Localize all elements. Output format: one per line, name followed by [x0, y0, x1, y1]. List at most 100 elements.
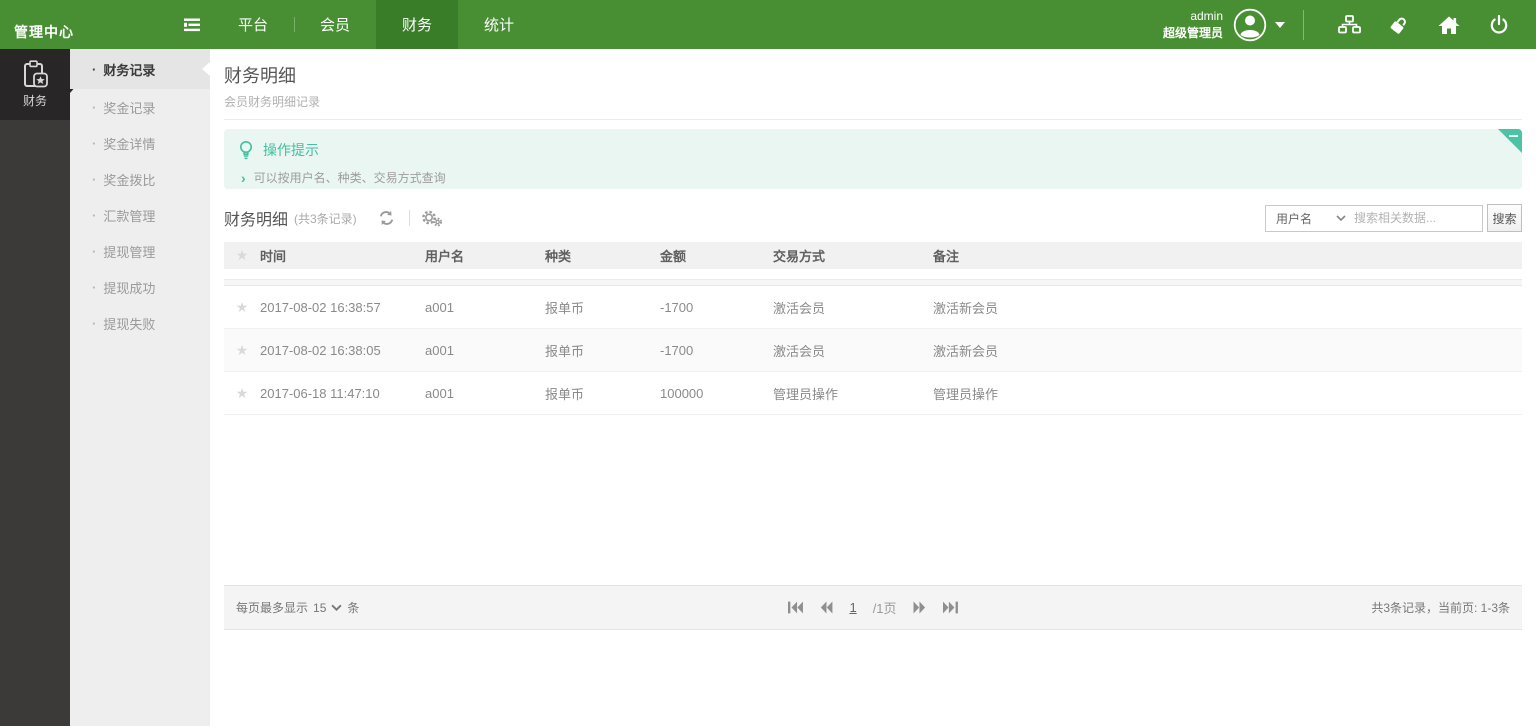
settings-button[interactable]: [420, 206, 444, 230]
chevron-down-icon: [1336, 215, 1346, 221]
submenu-item-3[interactable]: ·奖金拨比: [70, 161, 210, 197]
column-header-5: 备注: [933, 246, 1522, 265]
current-page[interactable]: 1: [849, 600, 856, 615]
table-cell: 管理员操作: [933, 384, 1522, 403]
user-name: admin: [1163, 8, 1223, 24]
tip-title-row: 操作提示: [224, 129, 1522, 160]
tip-title: 操作提示: [263, 140, 319, 160]
table-empty-space: [224, 415, 1522, 585]
table-cell: 100000: [660, 386, 773, 401]
submenu-item-4[interactable]: ·汇款管理: [70, 197, 210, 233]
org-chart-icon: [1338, 15, 1361, 34]
lock-button[interactable]: [1384, 10, 1414, 40]
last-page-button[interactable]: [943, 601, 959, 614]
refresh-button[interactable]: [375, 206, 399, 230]
search-field-select[interactable]: 用户名: [1266, 206, 1354, 231]
user-role: 超级管理员: [1163, 25, 1223, 41]
favorite-star-icon[interactable]: ★: [224, 342, 260, 359]
page-size-select[interactable]: [331, 604, 342, 611]
next-page-button[interactable]: [913, 601, 927, 614]
submenu: ·财务记录·奖金记录·奖金详情·奖金拨比·汇款管理·提现管理·提现成功·提现失败: [70, 49, 210, 726]
pager-controls: 1 /1页: [787, 598, 958, 617]
table-row: ★2017-06-18 11:47:10a001报单币100000管理员操作管理…: [224, 372, 1522, 415]
submenu-item-7[interactable]: ·提现失败: [70, 305, 210, 341]
table-cell: 激活新会员: [933, 341, 1522, 360]
app-body: 财务 ·财务记录·奖金记录·奖金详情·奖金拨比·汇款管理·提现管理·提现成功·提…: [0, 49, 1536, 726]
column-header-2: 种类: [545, 246, 660, 265]
topbar-right: admin 超级管理员: [1163, 0, 1536, 49]
nav-tab-0[interactable]: 平台: [212, 0, 294, 49]
search-button[interactable]: 搜索: [1487, 204, 1522, 232]
org-chart-button[interactable]: [1334, 10, 1364, 40]
bullet-icon: ·: [92, 100, 96, 115]
table-cell: 2017-06-18 11:47:10: [260, 386, 425, 401]
pager-summary: 共3条记录，当前页: 1-3条: [1371, 599, 1510, 616]
search-input[interactable]: [1354, 206, 1482, 231]
module-label: 财务: [23, 92, 47, 109]
column-header-3: 金额: [660, 246, 773, 265]
chevron-down-icon: [331, 604, 342, 611]
tip-line: 可以按用户名、种类、交易方式查询: [254, 169, 446, 186]
submenu-item-label: 提现成功: [103, 278, 155, 297]
column-header-1: 用户名: [425, 246, 545, 265]
nav-tabs: 平台会员财务统计: [212, 0, 540, 49]
table-cell: 激活新会员: [933, 298, 1522, 317]
bullet-icon: ·: [92, 280, 96, 295]
sidebar-collapse-button[interactable]: [172, 0, 212, 49]
tip-line-row: › 可以按用户名、种类、交易方式查询: [224, 160, 1522, 186]
home-button[interactable]: [1434, 10, 1464, 40]
app-root: 管理中心 平台会员财务统计 admin 超级管理员: [0, 0, 1536, 726]
submenu-item-label: 财务记录: [103, 60, 155, 79]
submenu-item-label: 奖金记录: [103, 98, 155, 117]
table-cell: a001: [425, 300, 545, 315]
tip-collapse-button[interactable]: [1498, 129, 1522, 153]
submenu-item-label: 提现管理: [103, 242, 155, 261]
submenu-item-1[interactable]: · 奖金记录: [70, 89, 210, 125]
first-page-icon: [787, 601, 803, 614]
submenu-item-5[interactable]: ·提现管理: [70, 233, 210, 269]
nav-tab-1[interactable]: 会员: [294, 0, 376, 49]
table-row: ★2017-08-02 16:38:05a001报单币-1700激活会员激活新会…: [224, 329, 1522, 372]
submenu-item-label: 汇款管理: [103, 206, 155, 225]
submenu-item-0[interactable]: · 财务记录: [70, 49, 210, 89]
lock-icon: [1388, 14, 1410, 36]
bullet-icon: ·: [92, 172, 96, 187]
menu-collapse-icon: [182, 17, 202, 33]
table-body: ★2017-08-02 16:38:57a001报单币-1700激活会员激活新会…: [224, 286, 1522, 415]
logout-button[interactable]: [1484, 10, 1514, 40]
table-band: [224, 279, 1522, 286]
submenu-item-label: 提现失败: [103, 314, 155, 333]
total-pages: /1页: [873, 598, 897, 617]
table-cell: -1700: [660, 343, 773, 358]
table-row: ★2017-08-02 16:38:57a001报单币-1700激活会员激活新会…: [224, 286, 1522, 329]
column-header-0: 时间: [260, 246, 425, 265]
gears-icon: [421, 209, 442, 227]
search-group: 用户名 搜索: [1265, 204, 1522, 232]
page-size-prefix: 每页最多显示: [236, 599, 308, 616]
pagination-bar: 每页最多显示 15 条: [224, 585, 1522, 630]
search-box: 用户名: [1265, 205, 1483, 232]
table-cell: 报单币: [545, 298, 660, 317]
record-count: (共3条记录): [294, 210, 357, 227]
module-finance[interactable]: 财务: [0, 49, 70, 120]
page-size-value[interactable]: 15: [313, 601, 326, 615]
prev-page-button[interactable]: [819, 601, 833, 614]
last-page-icon: [943, 601, 959, 614]
user-menu[interactable]: [1233, 8, 1285, 42]
panel-title: 财务明细: [224, 206, 288, 230]
nav-tab-2[interactable]: 财务: [376, 0, 458, 49]
favorite-star-icon[interactable]: ★: [224, 385, 260, 402]
favorite-star-icon[interactable]: ★: [224, 299, 260, 316]
nav-tab-3[interactable]: 统计: [458, 0, 540, 49]
power-icon: [1489, 15, 1509, 35]
home-icon: [1438, 15, 1460, 35]
favorite-column-icon: ★: [224, 247, 260, 264]
next-page-icon: [913, 601, 927, 614]
first-page-button[interactable]: [787, 601, 803, 614]
bullet-icon: ·: [92, 62, 96, 77]
submenu-item-2[interactable]: ·奖金详情: [70, 125, 210, 161]
table-cell: 管理员操作: [773, 384, 933, 403]
topbar: 管理中心 平台会员财务统计 admin 超级管理员: [0, 0, 1536, 49]
page-size-control: 每页最多显示 15 条: [236, 599, 359, 616]
submenu-item-6[interactable]: · 提现成功: [70, 269, 210, 305]
